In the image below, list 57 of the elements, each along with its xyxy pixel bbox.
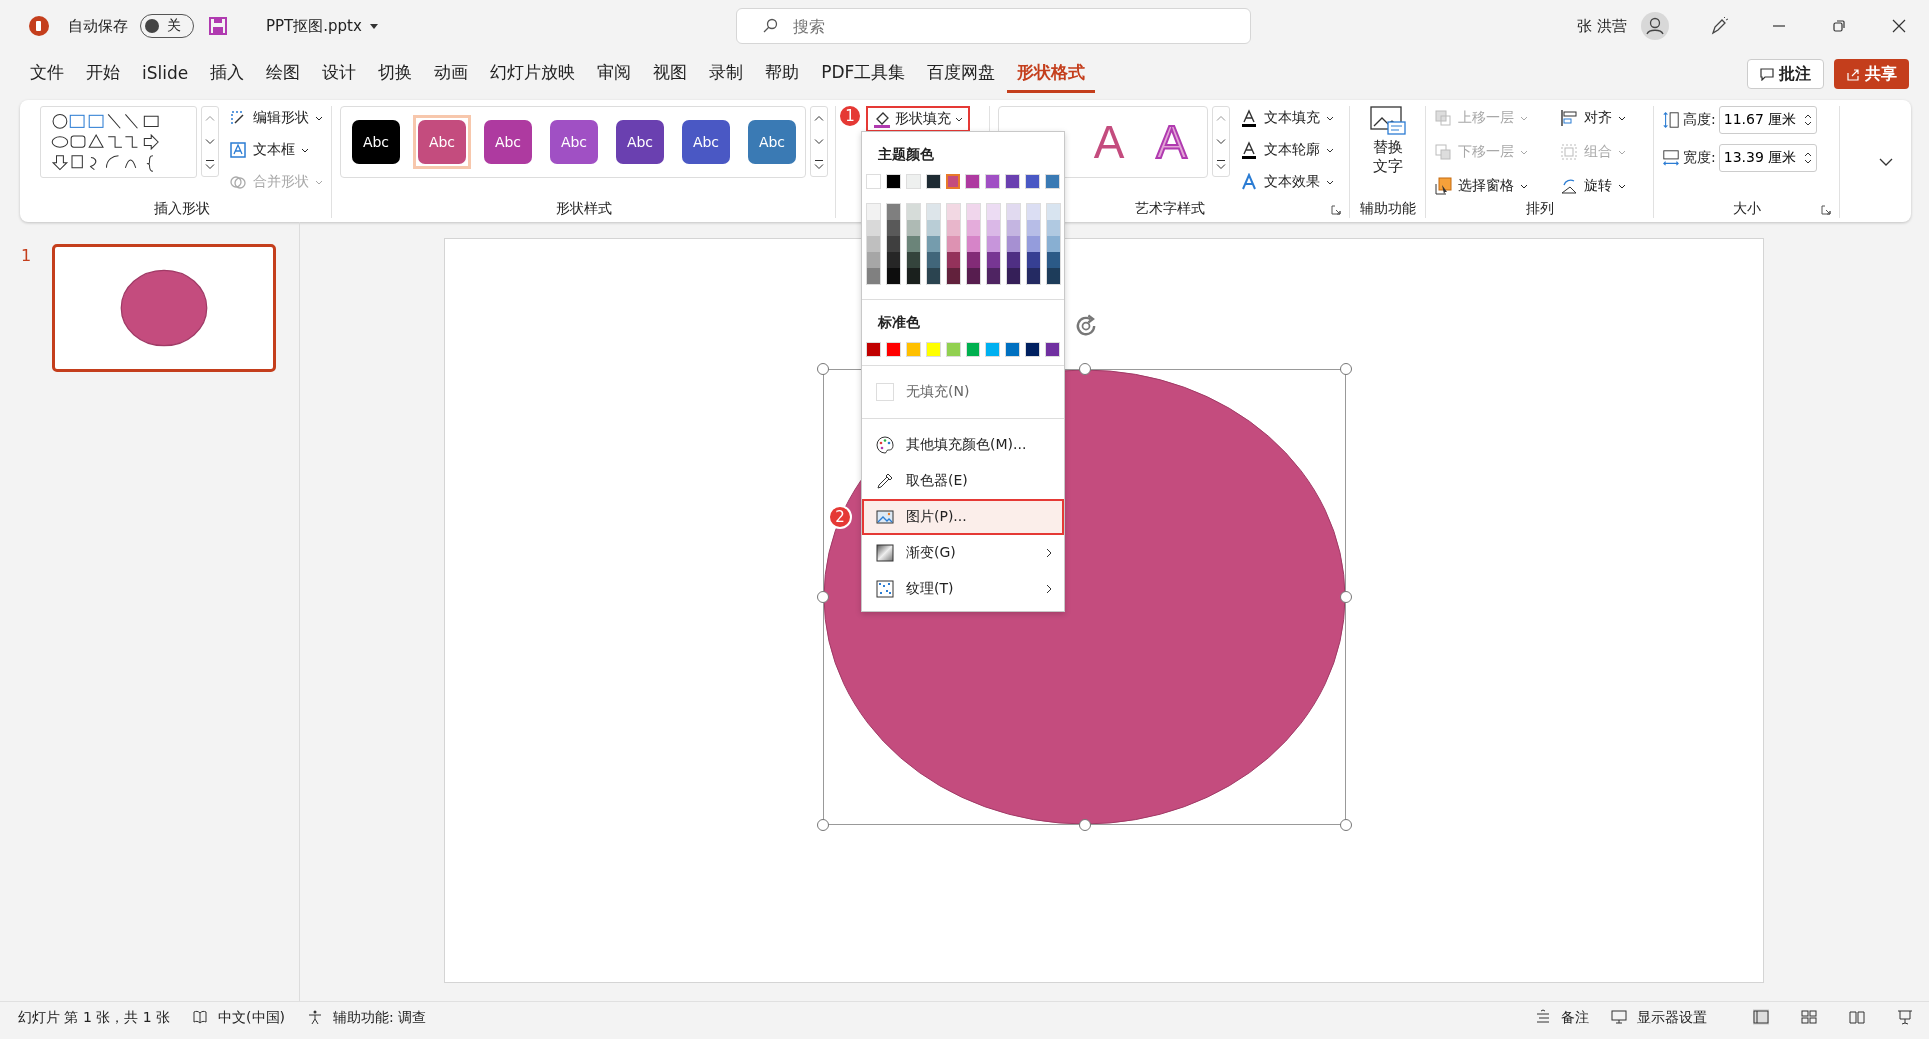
menu-tab[interactable]: 审阅 <box>587 55 642 93</box>
language-status[interactable]: 中文(中国) <box>218 1009 285 1027</box>
ribbon-command[interactable]: 对齐 <box>1560 106 1650 130</box>
menu-heading: 主题颜色 <box>877 145 935 164</box>
menu-item[interactable]: 纹理(T) <box>862 571 1064 607</box>
ribbon-command[interactable]: 选择窗格 <box>1434 174 1556 198</box>
menu-item[interactable]: 无填充(N) <box>862 374 1064 410</box>
menu-item[interactable]: 取色器(E) <box>862 463 1064 499</box>
ribbon-command[interactable]: 编辑形状 <box>229 106 323 130</box>
menu-tab[interactable]: 切换 <box>368 55 423 93</box>
file-name[interactable]: PPT抠图.pptx <box>266 16 362 36</box>
menu-tab[interactable]: 形状格式 <box>1007 55 1096 93</box>
user-name: 张 洪营 <box>1577 16 1627 36</box>
menu-item[interactable]: 渐变(G) <box>862 535 1064 571</box>
size-field[interactable]: 13.39 厘米 <box>1718 144 1817 172</box>
menu-tab[interactable]: 设计 <box>312 55 367 93</box>
group-label: 艺术字样式 <box>1134 200 1205 218</box>
menu-tab[interactable]: 幻灯片放映 <box>480 55 586 93</box>
size-label: 宽度: <box>1683 149 1716 167</box>
menu-tab[interactable]: 百度网盘 <box>917 55 1006 93</box>
accessibility-status[interactable]: 辅助功能: 调查 <box>333 1009 427 1027</box>
search-field[interactable]: 搜索 <box>735 8 1251 44</box>
slide-number: 1 <box>19 246 33 265</box>
group-label: 排列 <box>1524 200 1555 218</box>
menu-heading: 标准色 <box>877 313 921 332</box>
ribbon-command[interactable]: 旋转 <box>1560 174 1650 198</box>
slide-count: 幻灯片 第 1 张，共 1 张 <box>18 1009 171 1027</box>
step-badge: 1 <box>838 104 862 128</box>
group-label: 插入形状 <box>152 200 211 218</box>
comment-button[interactable]: 批注 <box>1747 59 1824 89</box>
menu-item[interactable]: 其他填充颜色(M)... <box>862 427 1064 463</box>
menu-tab[interactable]: 插入 <box>200 55 255 93</box>
menu-tab[interactable]: 开始 <box>76 55 130 93</box>
menu-tab[interactable]: 视图 <box>643 55 698 93</box>
menu-tab[interactable]: iSlide <box>132 56 199 92</box>
wordart-sample[interactable]: A <box>1093 119 1125 165</box>
notes-button[interactable]: 备注 <box>1561 1009 1589 1027</box>
menu-tab[interactable]: 绘图 <box>256 55 311 93</box>
size-field[interactable]: 11.67 厘米 <box>1718 106 1817 134</box>
ribbon-command[interactable]: 文本轮廓 <box>1240 138 1334 162</box>
menu-tab[interactable]: 录制 <box>699 55 754 93</box>
share-button[interactable]: 共享 <box>1834 59 1909 89</box>
ribbon-command[interactable]: 文本框 <box>229 138 323 162</box>
size-label: 高度: <box>1683 111 1716 129</box>
menu-tab[interactable]: PDF工具集 <box>811 55 916 93</box>
display-settings-button[interactable]: 显示器设置 <box>1637 1009 1707 1027</box>
group-label: 大小 <box>1732 200 1761 218</box>
menu-tab[interactable]: 动画 <box>424 55 479 93</box>
ribbon-command[interactable]: 文本填充 <box>1240 106 1334 130</box>
menu-item[interactable]: 图片(P)... <box>862 499 1064 535</box>
menu-tab[interactable]: 帮助 <box>755 55 810 93</box>
ribbon-command[interactable]: 文本效果 <box>1240 170 1334 194</box>
menu-tab[interactable]: 文件 <box>20 55 74 93</box>
autosave-label: 自动保存 <box>68 16 128 36</box>
group-label: 形状样式 <box>554 200 613 218</box>
group-label: 辅助功能 <box>1358 200 1417 218</box>
alt-text-button[interactable]: 替换文字 <box>1369 106 1406 176</box>
